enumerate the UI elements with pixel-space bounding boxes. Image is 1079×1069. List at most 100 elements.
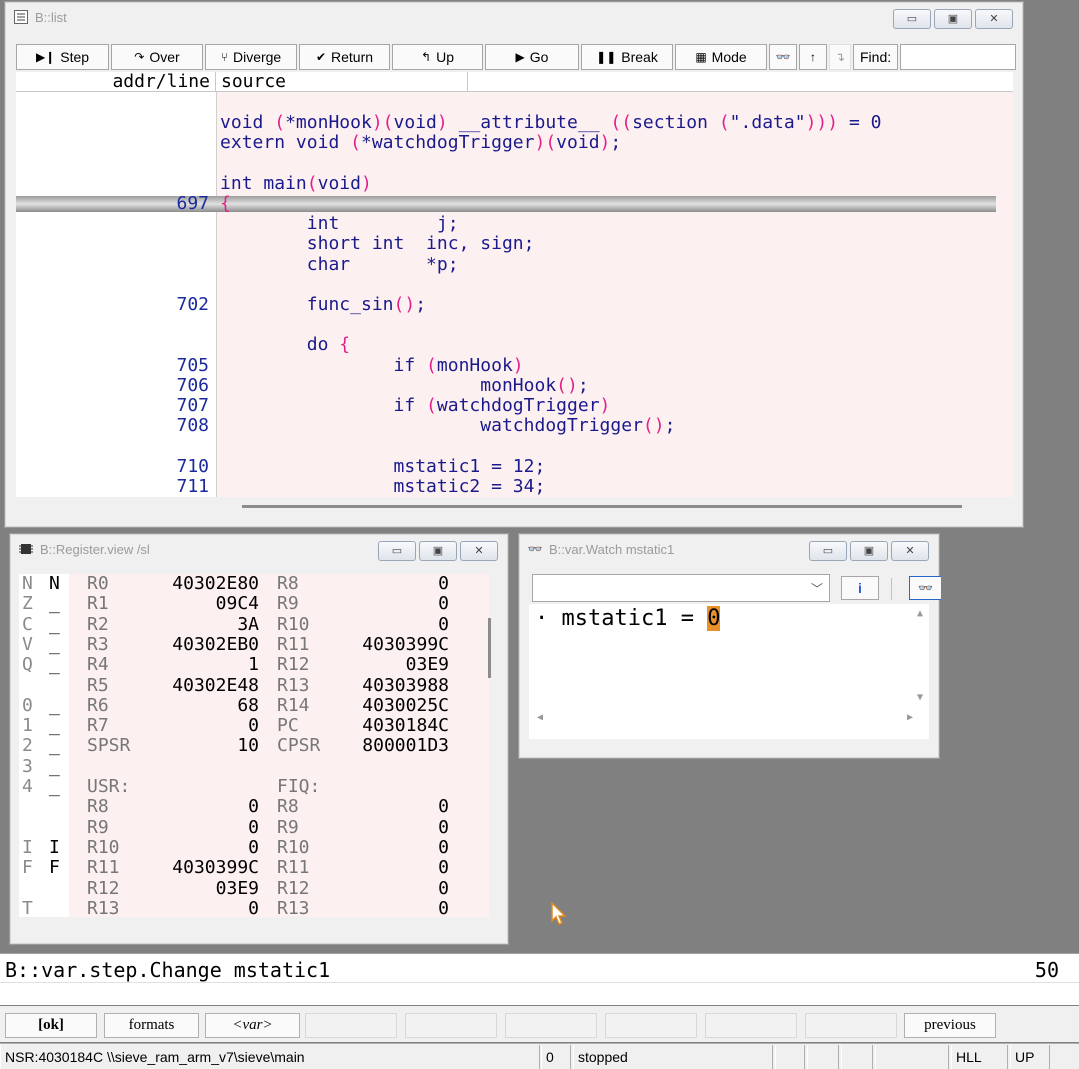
register-row[interactable]: Z _ R1 09C4 R9 0	[19, 594, 489, 614]
maximize-button[interactable]: ▣	[850, 541, 888, 561]
source-row[interactable]: short int inc, sign;	[16, 234, 996, 254]
close-button[interactable]: ✕	[891, 541, 929, 561]
up-frame-button[interactable]: ↑	[799, 44, 827, 70]
source-row[interactable]	[16, 315, 996, 335]
source-listing[interactable]: void (*monHook)(void) __attribute__ ((se…	[16, 92, 1013, 497]
chevron-down-icon[interactable]: ﹀	[811, 580, 823, 597]
source-row[interactable]: 707 if (watchdogTrigger)	[16, 396, 996, 416]
step-button[interactable]: ▶❙ Step	[16, 44, 109, 70]
close-button[interactable]: ✕	[460, 541, 498, 561]
source-row[interactable]	[16, 436, 996, 456]
source-row[interactable]: extern void (*watchdogTrigger)(void);	[16, 133, 996, 153]
minimize-button[interactable]: ▭	[893, 9, 931, 29]
source-row[interactable]	[16, 93, 996, 113]
register-name: R13	[277, 674, 310, 696]
register-row[interactable]: Q _ R4 1 R12 03E9	[19, 655, 489, 675]
source-row[interactable]: 711 mstatic2 = 34;	[16, 475, 996, 497]
diverge-icon: ⑂	[220, 50, 228, 64]
ok-softkey[interactable]: [ok]	[5, 1013, 97, 1038]
register-row[interactable]: 4 _ USR: FIQ:	[19, 777, 489, 797]
scroll-down-icon[interactable]: ▼	[917, 692, 923, 703]
register-row[interactable]: 1 _ R7 0 PC 4030184C	[19, 716, 489, 736]
source-row[interactable]: do {	[16, 335, 996, 355]
status-location: NSR:4030184C \\sieve_ram_arm_v7\sieve\ma…	[0, 1045, 540, 1069]
register-value: 1	[248, 654, 259, 676]
command-line[interactable]: B::var.step.Change mstatic1 50	[0, 953, 1079, 1005]
minimize-button[interactable]: ▭	[378, 541, 416, 561]
source-row[interactable]: 697 {	[16, 194, 996, 214]
scroll-thumb[interactable]	[488, 618, 491, 678]
formats-softkey[interactable]: formats	[104, 1013, 199, 1038]
register-row[interactable]: T _ R13 0 R13 0	[19, 898, 489, 917]
register-row[interactable]: 0 _ R6 68 R14 4030025C	[19, 695, 489, 716]
find-label: Find:	[853, 44, 899, 70]
register-row[interactable]: R12 03E9 R12 0	[19, 878, 489, 899]
scroll-right-icon[interactable]: ▶	[907, 712, 913, 723]
watch-add-button[interactable]: 👓	[909, 576, 941, 600]
register-row[interactable]: 2 _ SPSR 10 CPSR 800001D3	[19, 736, 489, 756]
scroll-left-icon[interactable]: ◀	[537, 712, 543, 723]
up-icon: ↰	[421, 50, 432, 64]
diverge-button[interactable]: ⑂ Diverge	[205, 44, 297, 70]
var-softkey[interactable]: <var>	[205, 1013, 300, 1038]
register-row[interactable]: R8 0 R8 0	[19, 797, 489, 817]
mode-button[interactable]: ▦ Mode	[675, 44, 767, 70]
source-column-header[interactable]: source	[218, 72, 468, 92]
watch-list[interactable]: · mstatic1 = 0 ▲ ▼ ◀ ▶	[529, 604, 929, 739]
source-row[interactable]: char *p;	[16, 254, 996, 275]
close-button[interactable]: ✕	[975, 9, 1013, 29]
status-state: stopped	[573, 1045, 773, 1069]
go-button[interactable]: ▶ Go	[485, 44, 579, 70]
watch-expression-combo[interactable]: ﹀	[532, 574, 830, 602]
register-row[interactable]: V _ R3 40302EB0 R11 4030399C	[19, 633, 489, 655]
source-row[interactable]: void (*monHook)(void) __attribute__ ((se…	[16, 113, 996, 133]
break-button[interactable]: ❚❚ Break	[581, 44, 673, 70]
source-row[interactable]	[16, 275, 996, 295]
over-button[interactable]: ↷ Over	[111, 44, 203, 70]
command-input[interactable]: B::var.step.Change mstatic1	[5, 958, 330, 982]
register-value: 4030399C	[362, 633, 449, 655]
register-row[interactable]: R5 40302E48 R13 40303988	[19, 674, 489, 696]
source-row[interactable]: 708 watchdogTrigger();	[16, 416, 996, 436]
maximize-icon: ▣	[947, 12, 959, 25]
previous-softkey[interactable]: previous	[904, 1013, 996, 1038]
source-row[interactable]: int main(void)	[16, 173, 996, 194]
horizontal-scrollbar[interactable]	[16, 499, 1013, 515]
scroll-thumb[interactable]	[242, 505, 962, 508]
watch-glasses-button[interactable]: 👓	[769, 44, 797, 70]
find-input[interactable]	[900, 44, 1016, 70]
return-button[interactable]: ✔ Return	[299, 44, 390, 70]
flag-name: V	[22, 633, 33, 655]
maximize-button[interactable]: ▣	[934, 9, 972, 29]
status-mode: HLL	[951, 1045, 1008, 1069]
register-row[interactable]: I I R10 0 R10 0	[19, 837, 489, 858]
register-row[interactable]: 3 _	[19, 756, 489, 777]
addr-column-header[interactable]: addr/line	[16, 72, 216, 92]
empty-softkey	[705, 1013, 797, 1038]
source-row[interactable]: 705 if (monHook)	[16, 355, 996, 376]
down-frame-button[interactable]: ↴	[829, 44, 851, 70]
register-row[interactable]: N N R0 40302E80 R8 0	[19, 574, 489, 594]
list-titlebar[interactable]: B::list	[5, 2, 1023, 32]
source-row[interactable]: 702 func_sin();	[16, 295, 996, 315]
register-list[interactable]: N N R0 40302E80 R8 0 Z _ R1 09C4 R9 0 C _ R2 3A R10 0 V _ R3…	[19, 574, 489, 917]
register-value: 0	[248, 796, 259, 818]
flag-value: _	[49, 735, 60, 757]
vertical-scrollbar[interactable]	[488, 578, 494, 908]
source-row[interactable]	[16, 154, 996, 174]
maximize-button[interactable]: ▣	[419, 541, 457, 561]
source-row[interactable]: 710 mstatic1 = 12;	[16, 456, 996, 477]
register-row[interactable]: R9 0 R9 0	[19, 817, 489, 838]
watch-entry-value[interactable]: 0	[707, 606, 721, 631]
info-button[interactable]: i	[841, 576, 879, 600]
register-row[interactable]: F F R11 4030399C R11 0	[19, 858, 489, 878]
register-row[interactable]: C _ R2 3A R10 0	[19, 614, 489, 635]
source-row[interactable]: int j;	[16, 214, 996, 234]
scroll-up-icon[interactable]: ▲	[917, 608, 923, 619]
up-button[interactable]: ↰ Up	[392, 44, 483, 70]
source-code: mstatic2 = 34;	[393, 475, 546, 497]
register-window: B::Register.view /sl ▭ ▣ ✕ N N R0 40302E80 R…	[9, 533, 509, 945]
minimize-button[interactable]: ▭	[809, 541, 847, 561]
source-row[interactable]: 706 monHook();	[16, 375, 996, 396]
watch-entry[interactable]: · mstatic1 = 0	[535, 606, 721, 632]
